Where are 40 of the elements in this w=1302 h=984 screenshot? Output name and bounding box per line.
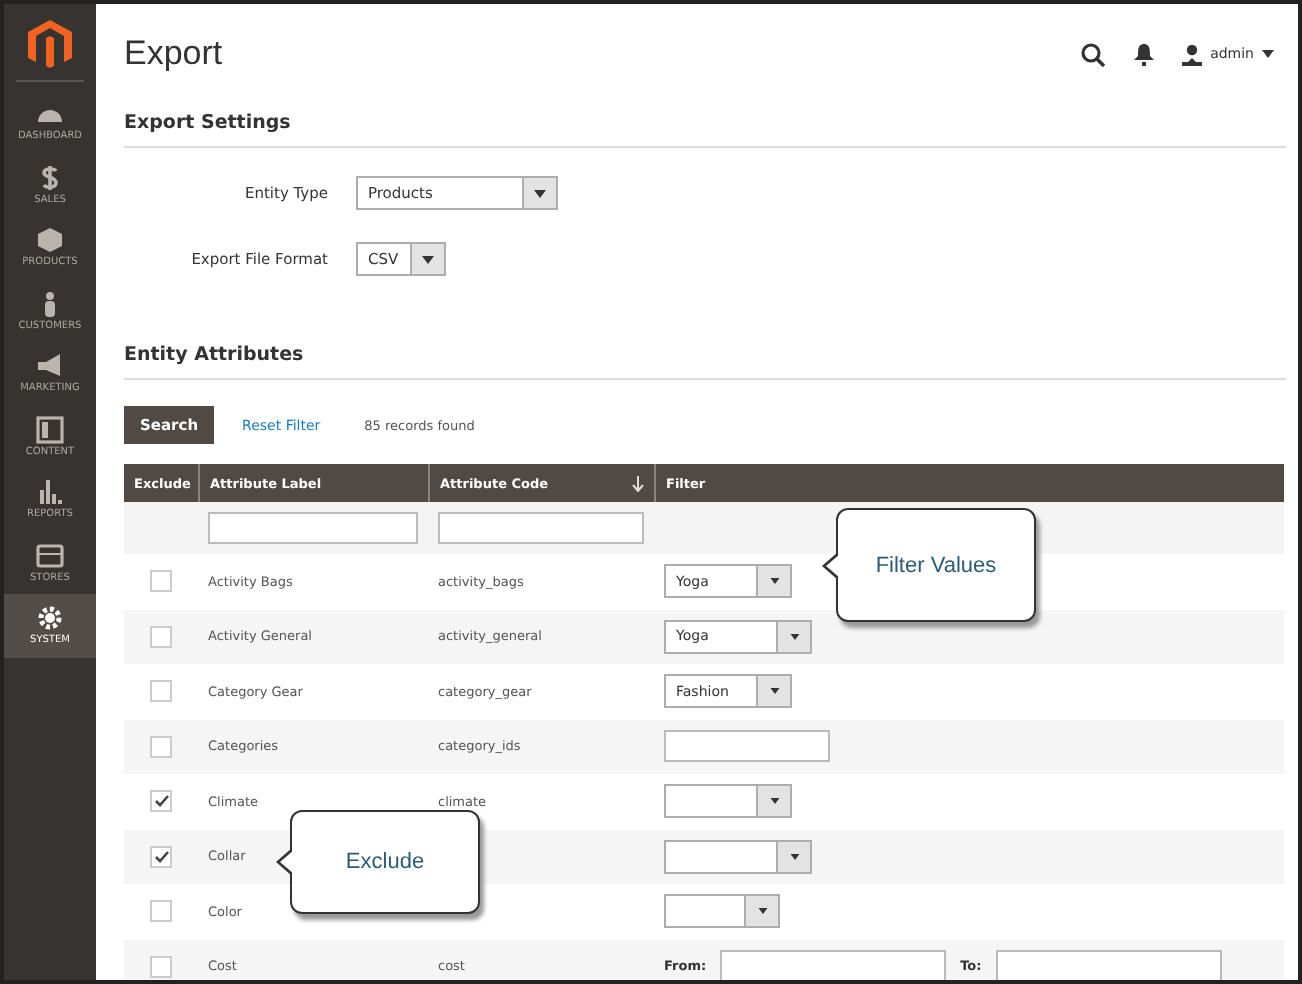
user-icon <box>1182 43 1203 65</box>
section-title: Export Settings <box>124 104 1286 148</box>
caret-icon <box>1262 50 1274 58</box>
bar-chart-icon <box>36 478 64 506</box>
section-title: Entity Attributes <box>124 336 1286 380</box>
checkbox[interactable] <box>150 845 172 868</box>
store-icon <box>36 541 64 569</box>
checkbox[interactable] <box>150 570 172 593</box>
caret-icon <box>757 908 767 915</box>
filter-select[interactable] <box>664 839 812 874</box>
caret-icon <box>789 633 799 640</box>
checkbox[interactable] <box>150 900 172 923</box>
filter-input[interactable] <box>438 512 644 544</box>
page-title: Export <box>124 34 223 74</box>
cube-icon <box>36 226 64 254</box>
filter-select[interactable] <box>664 894 780 929</box>
checkbox[interactable] <box>150 735 172 758</box>
layout-icon <box>36 415 64 443</box>
dollar-icon <box>36 163 64 191</box>
caret-icon <box>789 853 799 860</box>
checkbox[interactable] <box>150 955 172 978</box>
filter-input[interactable] <box>664 730 830 763</box>
caret-icon <box>422 255 434 263</box>
caret-icon <box>769 798 779 805</box>
megaphone-icon <box>36 352 64 380</box>
sort-arrow-icon <box>632 475 644 491</box>
logo-icon <box>28 20 72 68</box>
filter-select[interactable] <box>664 784 792 819</box>
search-icon[interactable] <box>1080 41 1107 67</box>
bell-icon[interactable] <box>1134 43 1155 65</box>
gear-icon <box>36 604 64 632</box>
to-input[interactable] <box>995 950 1222 980</box>
filter-input[interactable] <box>208 512 418 544</box>
checkbox[interactable] <box>150 680 172 703</box>
checkbox[interactable] <box>150 790 172 813</box>
caret-icon <box>534 189 546 197</box>
caret-icon <box>769 578 779 585</box>
checkbox[interactable] <box>150 625 172 648</box>
from-input[interactable] <box>720 950 947 980</box>
caret-icon <box>769 688 779 695</box>
